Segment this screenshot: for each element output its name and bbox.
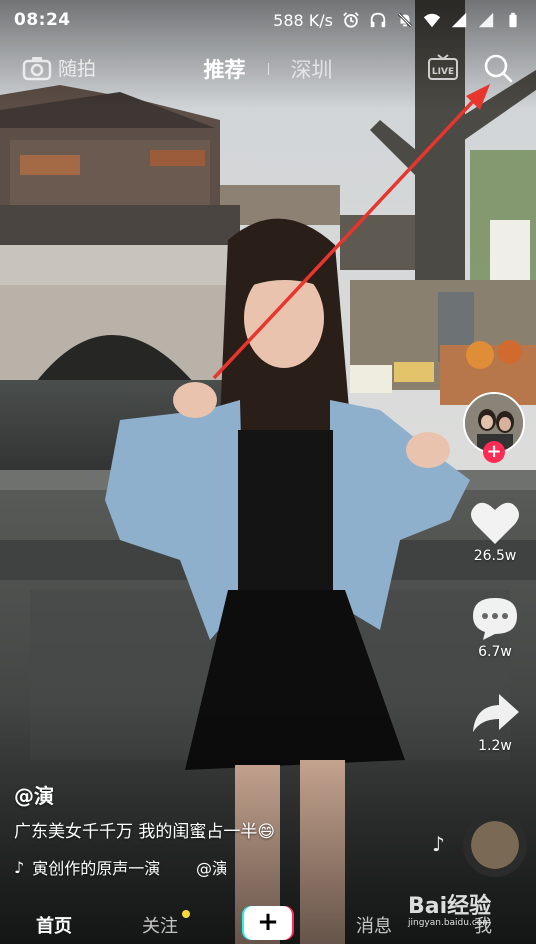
baidu-watermark: Bai经验 jingyan.baidu.com [408,888,528,940]
watermark-brand: Bai经验 [408,894,492,919]
search-icon[interactable] [482,52,514,84]
watermark-url: jingyan.baidu.com [408,918,492,928]
wifi-icon [423,13,441,28]
alarm-icon [343,12,359,28]
status-time: 08:24 [14,10,71,30]
author-name[interactable]: @演 [14,780,54,809]
share-count: 1.2w [478,738,512,754]
tab-local[interactable]: 深圳 [291,54,333,84]
like-count: 26.5w [473,548,517,564]
video-background[interactable] [0,0,536,944]
create-button[interactable]: + [242,906,294,940]
mute-bell-icon [397,12,413,28]
floating-note-icon: ♪ [432,832,445,856]
heart-icon [471,502,519,544]
notification-dot [182,910,190,918]
like-button[interactable]: 26.5w [464,500,526,564]
live-label: LIVE [432,67,454,77]
comment-button[interactable]: 6.7w [464,596,526,660]
create-plus-icon: + [244,906,292,940]
battery-icon [509,12,517,28]
nav-messages[interactable]: 消息 [356,912,392,938]
status-bar: 08:24 588 K/s [0,0,536,40]
music-note-icon: ♪ [14,857,25,877]
comment-count: 6.7w [478,644,512,660]
music-disc-button[interactable] [463,813,527,877]
comment-icon [473,598,517,640]
share-button[interactable]: 1.2w [464,690,526,754]
nav-follow[interactable]: 关注 [142,912,178,938]
status-right: 588 K/s [273,11,522,30]
music-disc-cover [471,821,519,869]
video-frame-illustration [0,0,536,944]
network-speed: 588 K/s [273,10,333,30]
music-mention[interactable]: @演 [196,855,226,879]
signal-icon [451,12,467,28]
headphones-icon [370,12,386,28]
tab-recommended[interactable]: 推荐 [204,54,246,84]
share-arrow-icon [473,694,519,732]
music-title: 寅创作的原声一演 [32,859,161,878]
follow-plus-button[interactable]: + [483,441,505,463]
video-description: 广东美女千千万 我的闺蜜占一半😄 [14,822,276,842]
nav-home[interactable]: 首页 [36,912,72,938]
tab-separator [267,63,269,75]
live-icon[interactable]: LIVE [428,54,458,82]
author-avatar-button[interactable]: + [463,392,527,464]
top-nav: 随拍 推荐 深圳 LIVE [0,48,536,90]
signal-icon [478,12,494,28]
